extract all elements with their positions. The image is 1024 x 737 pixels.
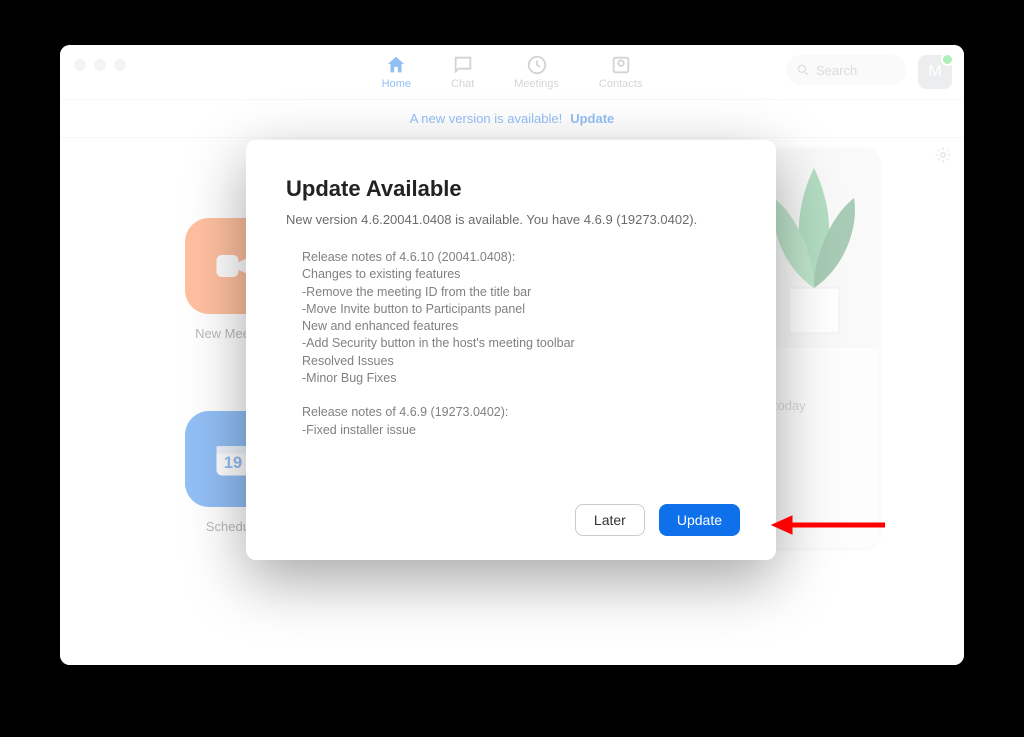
tab-meetings[interactable]: Meetings	[514, 54, 559, 90]
nav-tabs: Home Chat Meetings Contacts	[382, 54, 643, 90]
window-traffic-lights[interactable]	[74, 59, 126, 71]
tab-chat-label: Chat	[451, 78, 474, 90]
tab-home-label: Home	[382, 78, 411, 90]
banner-text: A new version is available!	[410, 111, 562, 126]
search-placeholder: Search	[816, 63, 857, 78]
update-banner: A new version is available! Update	[60, 100, 964, 138]
tab-home[interactable]: Home	[382, 54, 411, 90]
update-modal: Update Available New version 4.6.20041.0…	[246, 140, 776, 560]
tab-meetings-label: Meetings	[514, 78, 559, 90]
chat-icon	[452, 54, 474, 76]
tab-chat[interactable]: Chat	[451, 54, 474, 90]
avatar[interactable]: M	[918, 55, 952, 89]
tab-contacts-label: Contacts	[599, 78, 642, 90]
contacts-icon	[610, 54, 632, 76]
maximize-window-dot[interactable]	[114, 59, 126, 71]
modal-subtitle: New version 4.6.20041.0408 is available.…	[286, 212, 736, 227]
annotation-arrow-icon	[770, 510, 890, 540]
later-button[interactable]: Later	[575, 504, 645, 536]
modal-title: Update Available	[286, 176, 736, 202]
clock-icon	[526, 54, 548, 76]
search-icon	[796, 63, 810, 77]
update-button[interactable]: Update	[659, 504, 740, 536]
tab-contacts[interactable]: Contacts	[599, 54, 642, 90]
release-notes: Release notes of 4.6.10 (20041.0408): Ch…	[302, 249, 736, 439]
modal-buttons: Later Update	[575, 504, 740, 536]
minimize-window-dot[interactable]	[94, 59, 106, 71]
avatar-initial: M	[928, 63, 941, 81]
search-input[interactable]: Search	[786, 55, 906, 85]
svg-text:19: 19	[224, 454, 242, 472]
top-nav: Home Chat Meetings Contacts Search M	[60, 45, 964, 100]
home-icon	[385, 54, 407, 76]
close-window-dot[interactable]	[74, 59, 86, 71]
banner-update-link[interactable]: Update	[570, 111, 614, 126]
gear-icon[interactable]	[934, 146, 952, 164]
